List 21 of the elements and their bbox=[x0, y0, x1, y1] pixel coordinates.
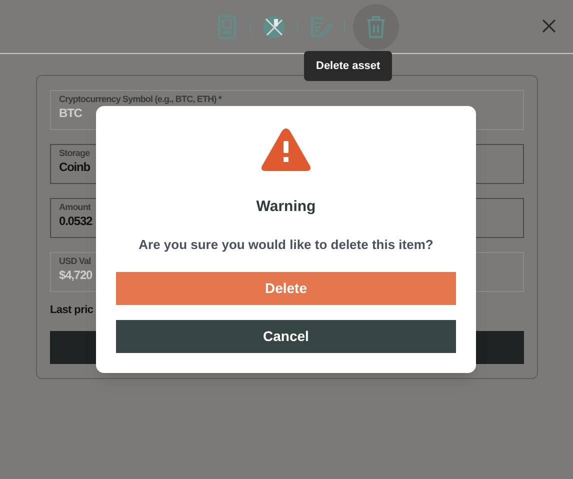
last-price-text: Last pric bbox=[50, 303, 94, 318]
device-icon bbox=[218, 14, 236, 38]
field-label: USD Val bbox=[59, 256, 91, 266]
dialog-message: Are you sure you would like to delete this item? bbox=[138, 236, 434, 254]
warning-icon bbox=[261, 128, 311, 172]
toolbar-button[interactable] bbox=[353, 4, 399, 50]
dialog-title: Warning bbox=[256, 197, 316, 217]
field-value: BTC bbox=[59, 105, 82, 122]
tooltip: Delete asset bbox=[304, 51, 392, 81]
field-label: Storage bbox=[59, 148, 90, 158]
field-label: Cryptocurrency Symbol (e.g., BTC, ETH) * bbox=[59, 94, 222, 104]
field-value: Coinb bbox=[59, 159, 90, 176]
crossed-pen-icon bbox=[262, 14, 286, 38]
field-value: $4,720 bbox=[59, 267, 92, 284]
delete-button[interactable]: Delete bbox=[116, 272, 456, 305]
close-icon bbox=[541, 18, 557, 34]
field-value: 0.0532 bbox=[59, 213, 92, 230]
edit-icon bbox=[309, 14, 333, 38]
trash-icon bbox=[365, 14, 387, 38]
field-label: Amount bbox=[59, 202, 91, 212]
cancel-button[interactable]: Cancel bbox=[116, 320, 456, 353]
